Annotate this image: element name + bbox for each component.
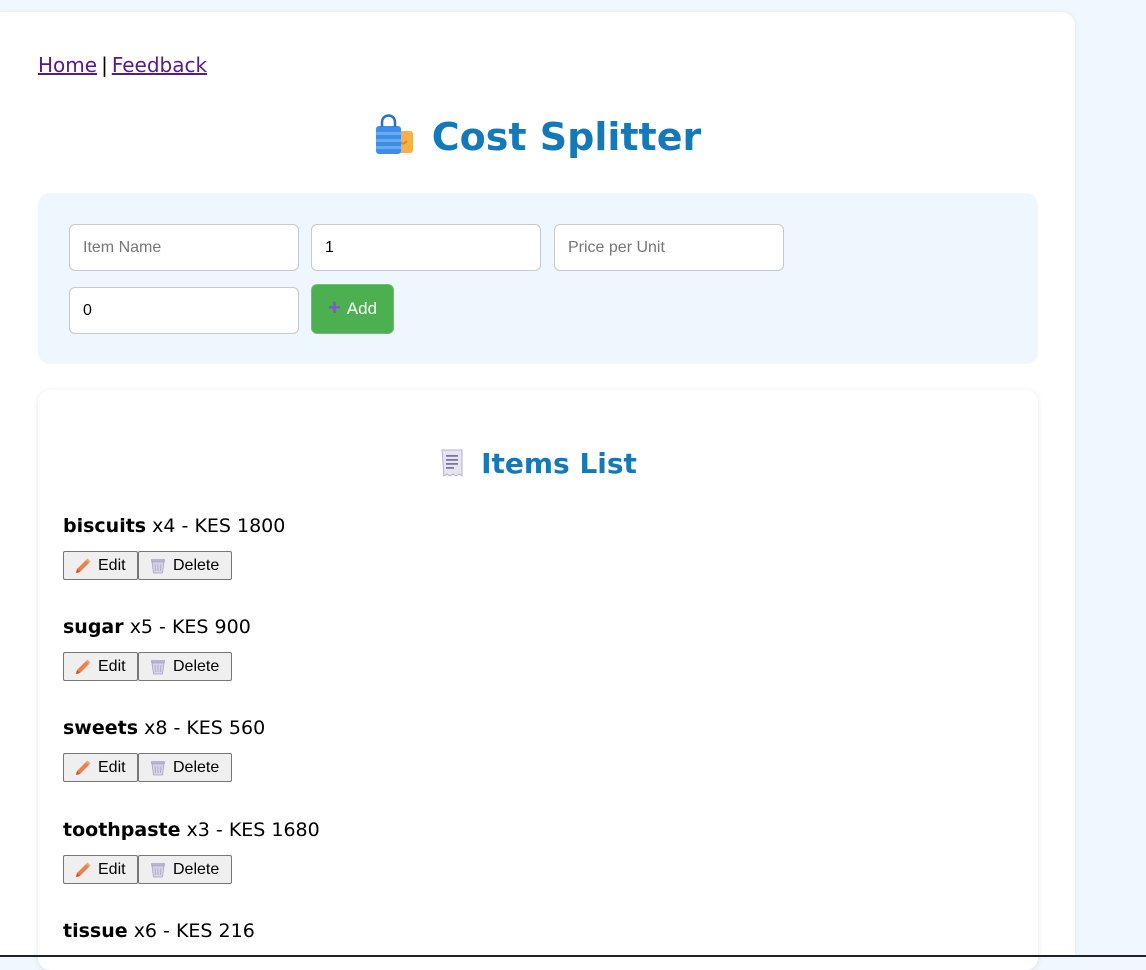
pencil-icon (76, 558, 91, 573)
feedback-link[interactable]: Feedback (112, 53, 207, 77)
wastebasket-icon (151, 862, 165, 877)
item-detail: x4 - KES 1800 (152, 515, 286, 537)
extra-amount-input[interactable] (69, 287, 299, 334)
edit-button[interactable]: Edit (63, 652, 138, 681)
item-name-input[interactable] (69, 224, 299, 271)
delete-label: Delete (173, 556, 220, 574)
wastebasket-icon (151, 760, 165, 775)
add-item-form: + Add (38, 193, 1038, 364)
items-list-card: Items List biscuits x4 - KES 1800 Edit D… (38, 390, 1038, 970)
item-name: tissue (63, 920, 128, 942)
delete-button[interactable]: Delete (138, 855, 232, 884)
quantity-input[interactable] (311, 224, 541, 271)
pencil-icon (76, 659, 91, 674)
item-name: sweets (63, 717, 139, 739)
list-item: sweets x8 - KES 560 Edit Delete (63, 716, 963, 782)
item-actions: Edit Delete (63, 652, 232, 681)
list-item: toothpaste x3 - KES 1680 Edit Delete (63, 818, 963, 884)
delete-button[interactable]: Delete (138, 753, 232, 782)
item-name: sugar (63, 616, 124, 638)
top-nav: Home | Feedback (38, 53, 207, 77)
item-text: tissue x6 - KES 216 (63, 919, 963, 943)
delete-label: Delete (173, 758, 220, 776)
pencil-icon (76, 760, 91, 775)
plus-icon: + (327, 295, 341, 320)
item-name: biscuits (63, 515, 147, 537)
wastebasket-icon (151, 659, 165, 674)
wastebasket-icon (151, 558, 165, 573)
shopping-bag-icon (374, 114, 416, 156)
page-title: Cost Splitter (0, 114, 1075, 159)
add-button[interactable]: + Add (311, 284, 394, 334)
delete-button[interactable]: Delete (138, 551, 232, 580)
item-detail: x3 - KES 1680 (186, 819, 320, 841)
nav-separator: | (101, 53, 108, 77)
receipt-icon (439, 448, 465, 478)
item-detail: x8 - KES 560 (144, 717, 266, 739)
edit-button[interactable]: Edit (63, 551, 138, 580)
edit-button[interactable]: Edit (63, 753, 138, 782)
edit-label: Edit (98, 657, 126, 675)
item-text: sugar x5 - KES 900 (63, 615, 963, 639)
item-actions: Edit Delete (63, 551, 232, 580)
edit-label: Edit (98, 556, 126, 574)
price-per-unit-input[interactable] (554, 224, 784, 271)
list-item: sugar x5 - KES 900 Edit Delete (63, 615, 963, 681)
edit-label: Edit (98, 860, 126, 878)
list-item: biscuits x4 - KES 1800 Edit Delete (63, 514, 963, 580)
edit-label: Edit (98, 758, 126, 776)
add-button-label: Add (346, 299, 378, 318)
item-detail: x6 - KES 216 (133, 920, 255, 942)
pencil-icon (76, 862, 91, 877)
item-actions: Edit Delete (63, 753, 232, 782)
item-actions: Edit Delete (63, 855, 232, 884)
delete-label: Delete (173, 860, 220, 878)
title-text: Cost Splitter (431, 115, 702, 159)
delete-label: Delete (173, 657, 220, 675)
delete-button[interactable]: Delete (138, 652, 232, 681)
list-item: tissue x6 - KES 216 (63, 919, 963, 943)
edit-button[interactable]: Edit (63, 855, 138, 884)
item-text: biscuits x4 - KES 1800 (63, 514, 963, 538)
item-detail: x5 - KES 900 (129, 616, 251, 638)
home-link[interactable]: Home (38, 53, 97, 77)
item-text: toothpaste x3 - KES 1680 (63, 818, 963, 842)
item-name: toothpaste (63, 819, 181, 841)
items-list-title: Items List (38, 447, 1038, 480)
items-list-title-text: Items List (481, 447, 637, 480)
item-text: sweets x8 - KES 560 (63, 716, 963, 740)
